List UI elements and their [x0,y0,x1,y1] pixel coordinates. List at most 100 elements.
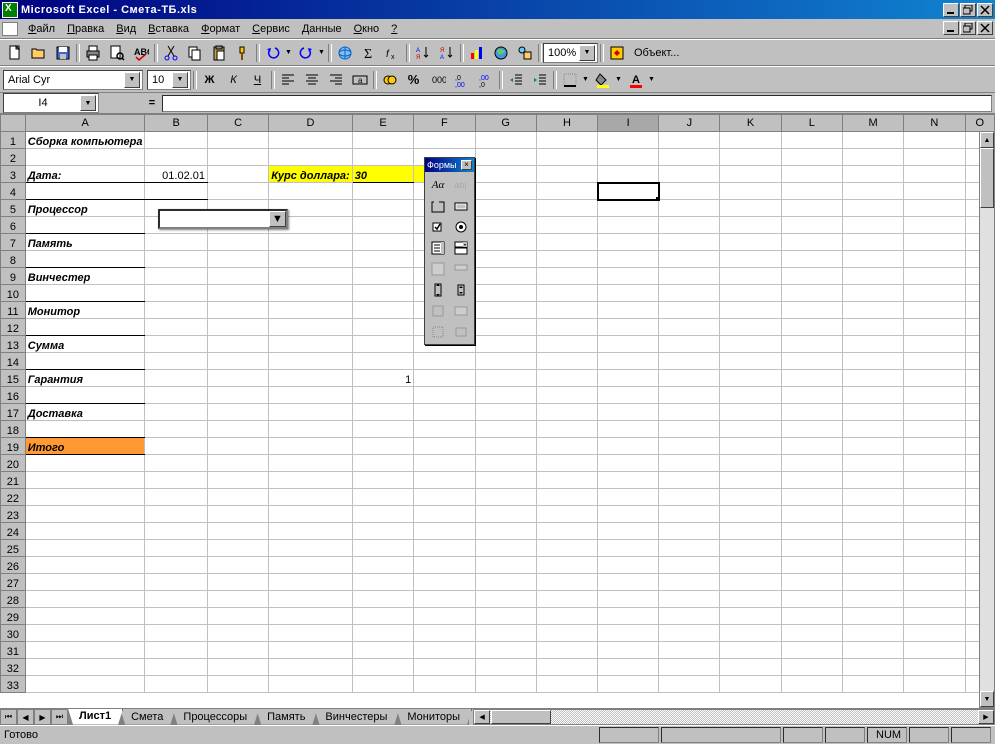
cell-K32[interactable] [720,659,781,676]
sheet-combobox[interactable]: ▼ [158,209,288,229]
cell-E11[interactable] [352,302,414,319]
cell-M5[interactable] [842,200,903,217]
font-combo[interactable]: Arial Cyr▼ [3,70,143,90]
cell-C33[interactable] [207,676,268,693]
cell-M20[interactable] [842,455,903,472]
row-header-12[interactable]: 12 [1,319,26,336]
cell-N10[interactable] [904,285,965,302]
cell-M28[interactable] [842,591,903,608]
cell-D1[interactable] [269,132,352,149]
cell-J29[interactable] [659,608,720,625]
cell-A9[interactable]: Винчестер [25,268,145,285]
cell-K16[interactable] [720,387,781,404]
cell-K28[interactable] [720,591,781,608]
cell-A4[interactable] [25,183,145,200]
cell-D24[interactable] [269,523,352,540]
sheet-tab-3[interactable]: Память [256,709,317,725]
cell-I16[interactable] [598,387,659,404]
cell-L22[interactable] [781,489,842,506]
row-header-14[interactable]: 14 [1,353,26,370]
cell-J19[interactable] [659,438,720,455]
cell-D29[interactable] [269,608,352,625]
menu-формат[interactable]: Формат [195,21,246,37]
workbook-icon[interactable] [2,22,18,36]
cell-N4[interactable] [904,183,965,200]
cell-C14[interactable] [207,353,268,370]
cell-K9[interactable] [720,268,781,285]
cell-I33[interactable] [598,676,659,693]
cell-E16[interactable] [352,387,414,404]
cell-I8[interactable] [598,251,659,268]
cell-H11[interactable] [536,302,597,319]
cell-I6[interactable] [598,217,659,234]
cell-H18[interactable] [536,421,597,438]
cell-F26[interactable] [414,557,475,574]
cell-C17[interactable] [207,404,268,421]
mdi-restore-button[interactable] [960,21,976,35]
cell-H7[interactable] [536,234,597,251]
cell-F30[interactable] [414,625,475,642]
cell-L32[interactable] [781,659,842,676]
cell-A8[interactable] [25,251,145,268]
currency-button[interactable] [378,69,401,91]
row-header-19[interactable]: 19 [1,438,26,455]
fontsize-combo[interactable]: 10▼ [147,70,191,90]
cell-I1[interactable] [598,132,659,149]
cell-C26[interactable] [207,557,268,574]
cell-E18[interactable] [352,421,414,438]
decrease-indent-button[interactable] [504,69,527,91]
cell-N14[interactable] [904,353,965,370]
cell-A19[interactable]: Итого [25,438,145,455]
col-header-G[interactable]: G [475,115,536,132]
drawing-button[interactable] [513,42,536,64]
redo-button[interactable] [294,42,317,64]
row-header-8[interactable]: 8 [1,251,26,268]
forms-toolbar[interactable]: Формы× Aα ab| [424,157,475,345]
cell-A17[interactable]: Доставка [25,404,145,421]
print-button[interactable] [81,42,104,64]
cell-M11[interactable] [842,302,903,319]
menu-файл[interactable]: Файл [22,21,61,37]
cell-L3[interactable] [781,166,842,183]
cell-N22[interactable] [904,489,965,506]
cell-J12[interactable] [659,319,720,336]
merge-center-button[interactable]: a [348,69,371,91]
cell-M14[interactable] [842,353,903,370]
cell-F19[interactable] [414,438,475,455]
scroll-right-button[interactable]: ▶ [978,710,994,724]
cell-B22[interactable] [145,489,208,506]
cell-L26[interactable] [781,557,842,574]
cell-J26[interactable] [659,557,720,574]
tab-nav-last[interactable]: ⏭ [51,709,68,725]
cell-L10[interactable] [781,285,842,302]
cell-I20[interactable] [598,455,659,472]
cell-C27[interactable] [207,574,268,591]
cell-D12[interactable] [269,319,352,336]
cell-K24[interactable] [720,523,781,540]
cell-G30[interactable] [475,625,536,642]
cell-C10[interactable] [207,285,268,302]
row-header-21[interactable]: 21 [1,472,26,489]
cell-I10[interactable] [598,285,659,302]
cell-K29[interactable] [720,608,781,625]
cell-N33[interactable] [904,676,965,693]
cell-L29[interactable] [781,608,842,625]
cell-B12[interactable] [145,319,208,336]
function-button[interactable]: fx [381,42,404,64]
cell-N2[interactable] [904,149,965,166]
cell-K27[interactable] [720,574,781,591]
cell-H6[interactable] [536,217,597,234]
cell-G28[interactable] [475,591,536,608]
cell-A16[interactable] [25,387,145,404]
cell-E6[interactable] [352,217,414,234]
save-button[interactable] [51,42,74,64]
cell-N7[interactable] [904,234,965,251]
label-control-icon[interactable]: Aα [427,174,449,195]
cell-B1[interactable] [145,132,208,149]
cell-C24[interactable] [207,523,268,540]
row-header-1[interactable]: 1 [1,132,26,149]
cell-E8[interactable] [352,251,414,268]
cell-H26[interactable] [536,557,597,574]
cell-N15[interactable] [904,370,965,387]
row-header-2[interactable]: 2 [1,149,26,166]
